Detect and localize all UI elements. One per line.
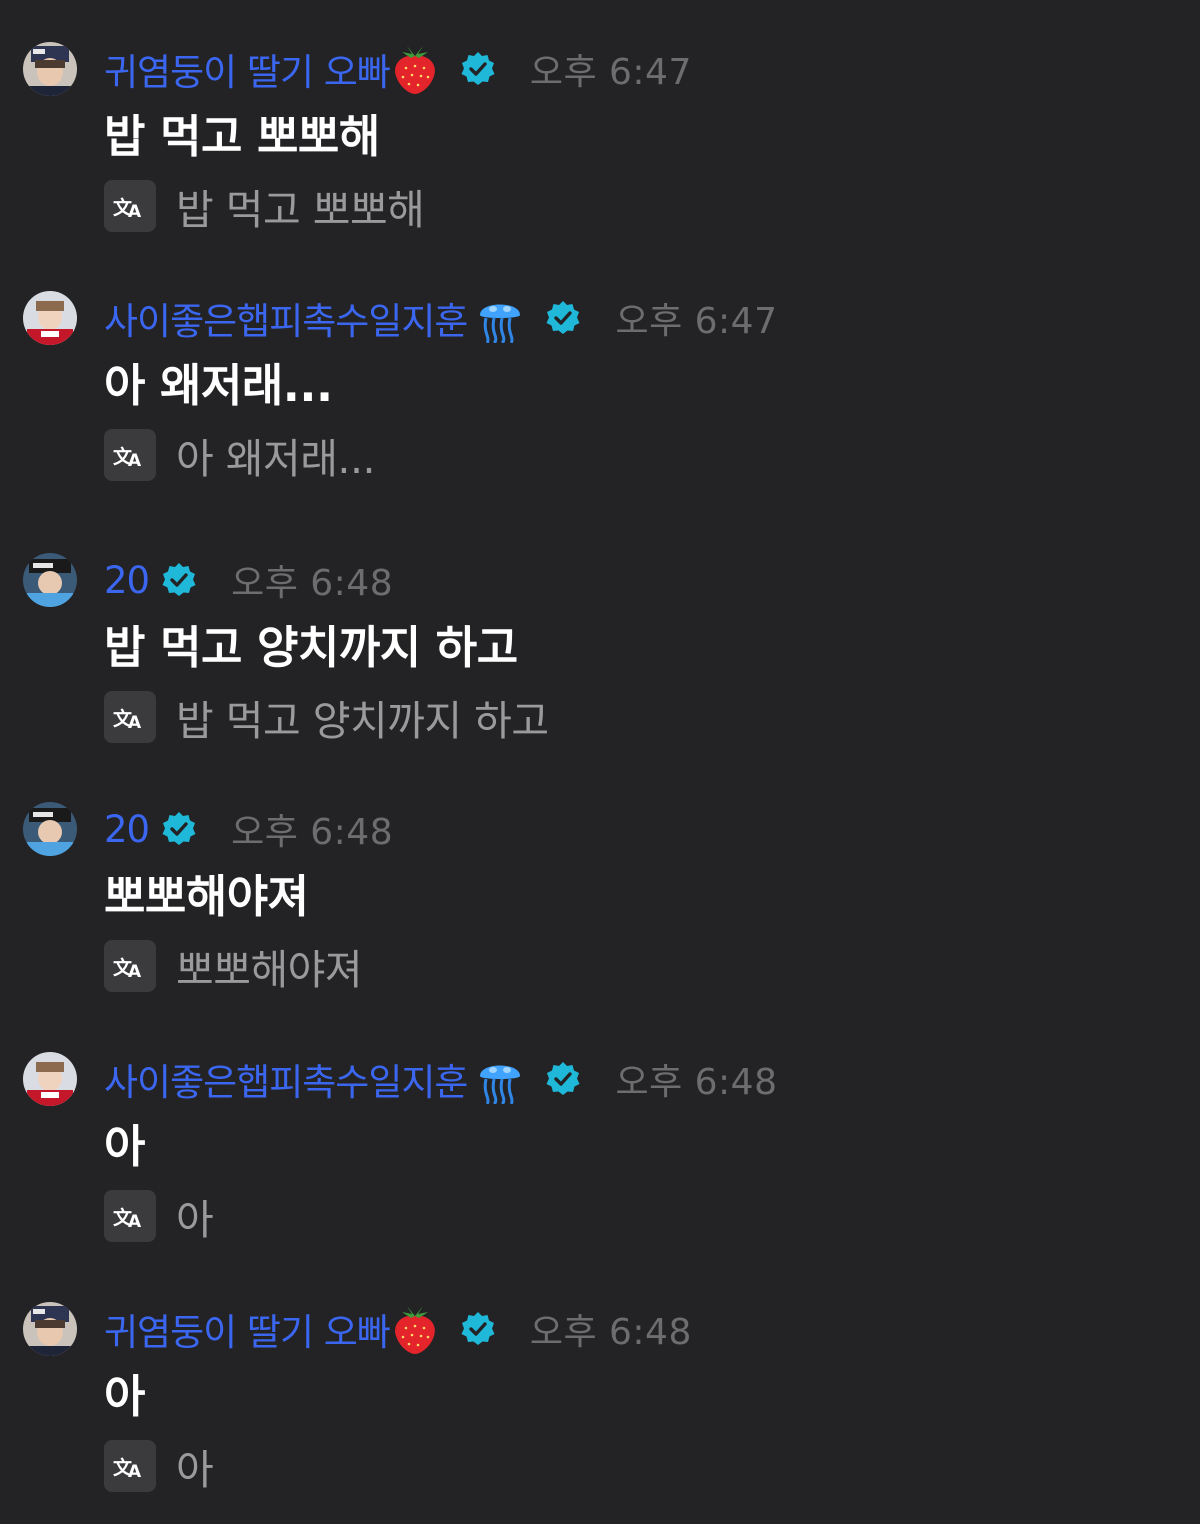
svg-text:A: A [128, 1462, 142, 1480]
user-avatar[interactable] [23, 553, 77, 607]
translate-icon: 文 A [113, 196, 142, 220]
timestamp: 오후 6:48 [529, 1312, 692, 1353]
user-avatar[interactable] [23, 291, 77, 345]
timestamp: 오후 6:48 [231, 812, 394, 853]
message-text: 아 왜저래... [104, 359, 333, 412]
user-avatar[interactable] [23, 1302, 77, 1356]
svg-text:A: A [128, 202, 142, 220]
translated-text: 밥 먹고 양치까지 하고 [176, 697, 549, 745]
message-text: 밥 먹고 양치까지 하고 [104, 621, 518, 674]
message-text: 아 [104, 1370, 145, 1423]
translate-button[interactable]: 文 A [104, 691, 156, 743]
translated-text: 아 왜저래... [176, 435, 376, 483]
svg-text:A: A [128, 962, 142, 980]
translate-icon: 文 A [113, 956, 142, 980]
username[interactable]: 귀염둥이 딸기 오빠 [104, 42, 391, 96]
timestamp: 오후 6:48 [615, 1062, 778, 1103]
message-text: 밥 먹고 뽀뽀해 [104, 110, 380, 163]
timestamp: 오후 6:47 [615, 301, 778, 342]
translated-text: 뽀뽀해야져 [176, 946, 363, 994]
verified-badge-icon [545, 300, 581, 336]
translate-icon: 文 A [113, 1456, 142, 1480]
username[interactable]: 귀염둥이 딸기 오빠 [104, 1302, 391, 1356]
username[interactable]: 20 [104, 559, 150, 602]
message-text: 아 [104, 1120, 145, 1173]
verified-badge-icon [460, 51, 496, 87]
user-avatar[interactable] [23, 1052, 77, 1106]
user-avatar[interactable] [23, 802, 77, 856]
translate-icon: 文 A [113, 1206, 142, 1230]
message-text: 뽀뽀해야져 [104, 870, 309, 923]
svg-text:A: A [128, 451, 142, 469]
strawberry-emoji-icon [392, 44, 438, 94]
translate-button[interactable]: 文 A [104, 1190, 156, 1242]
translate-button[interactable]: 文 A [104, 1440, 156, 1492]
user-avatar[interactable] [23, 42, 77, 96]
translated-text: 아 [176, 1196, 214, 1244]
translated-text: 아 [176, 1446, 214, 1494]
translate-button[interactable]: 文 A [104, 940, 156, 992]
timestamp: 오후 6:48 [231, 563, 394, 604]
translate-icon: 文 A [113, 707, 142, 731]
timestamp: 오후 6:47 [529, 52, 692, 93]
verified-badge-icon [161, 811, 197, 847]
username[interactable]: 사이좋은햅피촉수일지훈 [104, 291, 468, 345]
verified-badge-icon [545, 1061, 581, 1097]
jellyfish-emoji-icon [477, 293, 523, 343]
translate-icon: 文 A [113, 445, 142, 469]
username[interactable]: 사이좋은햅피촉수일지훈 [104, 1052, 468, 1106]
translate-button[interactable]: 文 A [104, 429, 156, 481]
verified-badge-icon [161, 562, 197, 598]
svg-text:A: A [128, 713, 142, 731]
verified-badge-icon [460, 1311, 496, 1347]
svg-text:A: A [128, 1212, 142, 1230]
translate-button[interactable]: 文 A [104, 180, 156, 232]
translated-text: 밥 먹고 뽀뽀해 [176, 186, 425, 234]
chat-message-list: 귀염둥이 딸기 오빠 오후 6:47 밥 먹고 뽀뽀해 文 A 밥 먹고 뽀뽀해… [0, 0, 1200, 1524]
jellyfish-emoji-icon [477, 1054, 523, 1104]
username[interactable]: 20 [104, 808, 150, 851]
strawberry-emoji-icon [392, 1304, 438, 1354]
